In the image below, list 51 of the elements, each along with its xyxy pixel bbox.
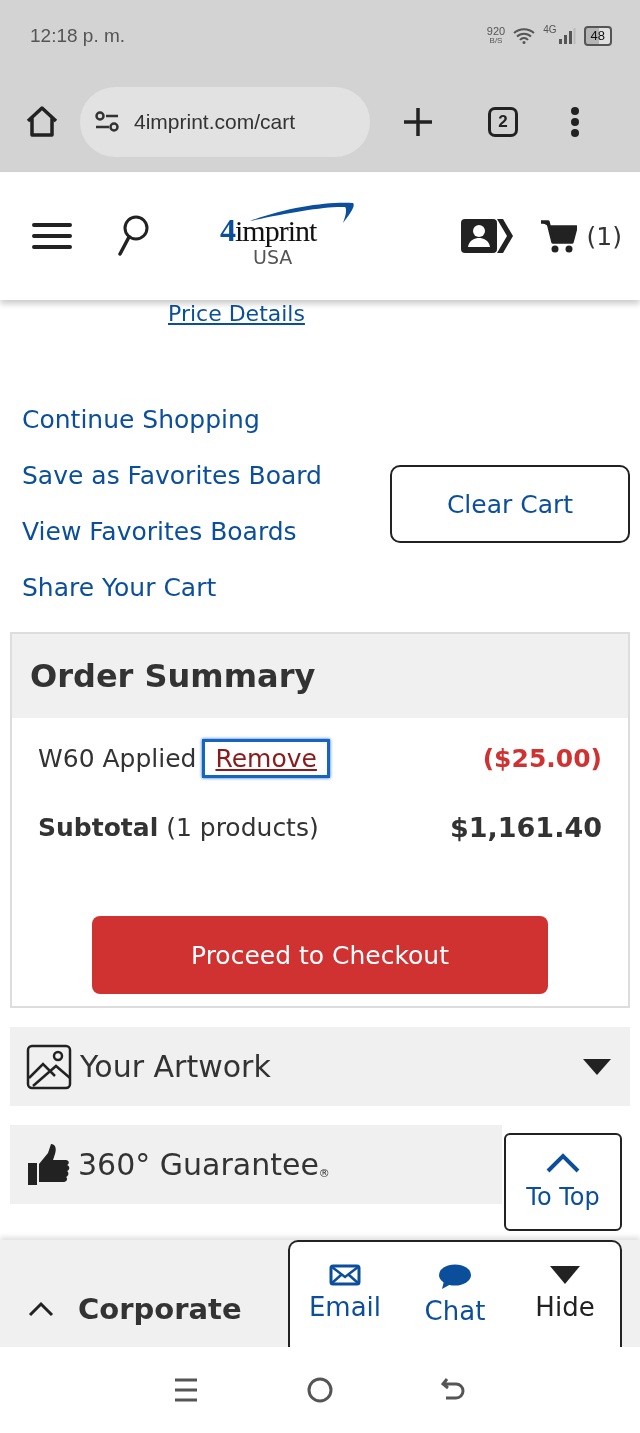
contact-option-button[interactable]: Chat [405, 1264, 505, 1347]
network-type: 4G [543, 24, 557, 35]
menu-icon[interactable] [32, 222, 72, 250]
wifi-icon [513, 28, 536, 44]
checkout-button[interactable]: Proceed to Checkout [92, 916, 548, 994]
clear-cart-button[interactable]: Clear Cart [390, 465, 630, 543]
discount-label: W60 Applied [38, 743, 197, 773]
triangle-down-icon [549, 1264, 581, 1286]
section-title: Your Artwork [80, 1049, 271, 1084]
url-text: 4imprint.com/cart [134, 110, 296, 134]
tab-switcher-button[interactable]: 2 [488, 107, 518, 137]
price-details-link[interactable]: Price Details [168, 300, 305, 328]
subtotal-label: Subtotal (1 products) [38, 812, 319, 842]
recent-apps-icon[interactable] [173, 1377, 200, 1403]
to-top-button[interactable]: To Top [504, 1133, 622, 1231]
back-icon[interactable] [440, 1377, 467, 1403]
summary-title: Order Summary [30, 657, 316, 695]
corporate-toggle[interactable]: Corporate [28, 1292, 242, 1326]
signal-icon [557, 28, 576, 44]
accordion-bar[interactable]: Your Artwork [10, 1027, 630, 1106]
network-speed: 920 [486, 27, 506, 36]
cart-link[interactable]: Share Your Cart [10, 560, 217, 616]
logo-text[interactable]: 4imprint [220, 214, 317, 246]
discount-amount: ($25.00) [482, 743, 602, 773]
home-button-icon[interactable] [306, 1376, 334, 1404]
contact-option-button[interactable]: Email [295, 1264, 395, 1347]
account-card-icon[interactable] [460, 219, 513, 253]
chevron-up-icon [545, 1153, 581, 1173]
remove-link[interactable]: Remove [202, 738, 330, 778]
speed-unit: B/S [489, 36, 503, 45]
subtotal-amount: $1,161.40 [449, 811, 602, 843]
thumbs-up-icon [26, 1142, 70, 1187]
expand-arrow-icon[interactable] [582, 1057, 612, 1076]
more-icon[interactable] [570, 106, 580, 138]
tune-icon[interactable] [94, 110, 120, 134]
contact-hide-button[interactable]: Hide [515, 1264, 615, 1347]
image-icon [26, 1043, 72, 1090]
plus-icon[interactable] [402, 106, 434, 138]
cart-link[interactable]: View Favorites Boards [10, 504, 297, 560]
cart-link[interactable]: Continue Shopping [10, 392, 260, 448]
address-bar[interactable]: 4imprint.com/cart [80, 87, 370, 157]
chat-bubble-icon [438, 1264, 472, 1290]
cart-icon[interactable] [540, 219, 577, 253]
clock-time: 12:18 p. m. [30, 25, 127, 47]
envelope-icon [329, 1264, 361, 1286]
chevron-up-icon [28, 1301, 54, 1317]
cart-link[interactable]: Save as Favorites Board [10, 448, 322, 504]
search-icon[interactable] [116, 214, 150, 258]
home-icon[interactable] [24, 104, 60, 140]
cart-count: (1) [586, 221, 622, 251]
battery-level: 48 [583, 26, 612, 46]
